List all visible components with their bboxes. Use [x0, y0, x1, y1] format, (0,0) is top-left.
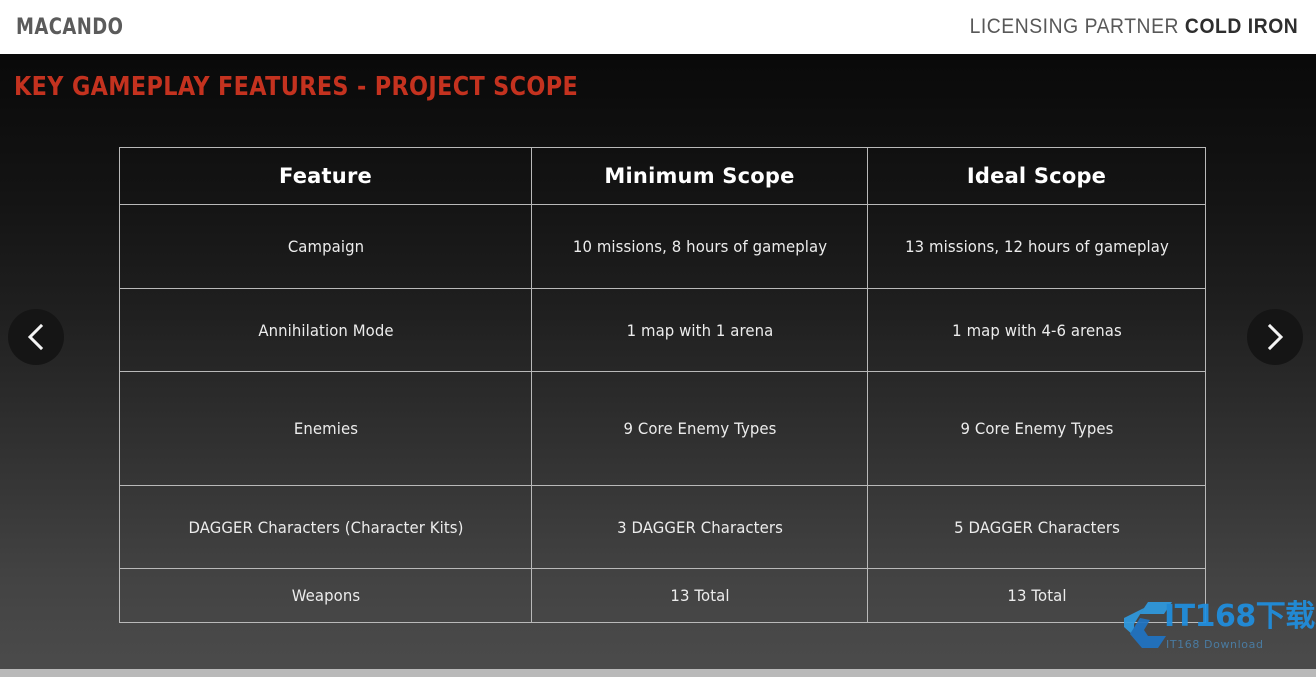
table-row: Enemies 9 Core Enemy Types 9 Core Enemy …	[120, 371, 1206, 486]
macando-logo: MACANDO	[16, 14, 124, 40]
cell-feature: DAGGER Characters (Character Kits)	[133, 485, 518, 569]
page-bottom-edge	[0, 669, 1316, 677]
chevron-left-icon	[23, 322, 49, 352]
licensing-partner-label: LICENSING PARTNER	[969, 15, 1179, 38]
cell-feature: Enemies	[133, 371, 518, 486]
cell-feature: Annihilation Mode	[133, 288, 518, 372]
table-row: Campaign 10 missions, 8 hours of gamepla…	[120, 204, 1206, 289]
cell-minimum: 3 DAGGER Characters	[542, 485, 857, 569]
scope-comparison-table: Feature Minimum Scope Ideal Scope Campai…	[119, 147, 1206, 623]
chevron-right-icon	[1262, 322, 1288, 352]
cell-ideal: 9 Core Enemy Types	[878, 371, 1195, 486]
licensing-partner-name: COLD IRON	[1184, 15, 1298, 38]
page-title: KEY GAMEPLAY FEATURES - PROJECT SCOPE	[14, 72, 579, 102]
next-slide-button[interactable]	[1247, 309, 1303, 365]
cell-ideal: 1 map with 4-6 arenas	[878, 288, 1195, 372]
table-header-row: Feature Minimum Scope Ideal Scope	[119, 147, 1206, 205]
cell-minimum: 13 Total	[542, 568, 857, 623]
column-header-minimum-scope: Minimum Scope	[531, 147, 868, 205]
cell-ideal: 13 missions, 12 hours of gameplay	[878, 204, 1195, 289]
slide-viewer: MACANDO LICENSING PARTNER COLD IRON KEY …	[0, 0, 1316, 677]
cell-ideal: 13 Total	[878, 568, 1195, 623]
table-header: Feature Minimum Scope Ideal Scope	[119, 147, 1206, 205]
table-row: Weapons 13 Total 13 Total	[120, 568, 1206, 623]
cell-feature: Weapons	[133, 568, 518, 623]
brand-header-bar: MACANDO LICENSING PARTNER COLD IRON	[0, 0, 1316, 54]
table-body: Campaign 10 missions, 8 hours of gamepla…	[120, 204, 1206, 623]
cell-minimum: 10 missions, 8 hours of gameplay	[542, 204, 857, 289]
cell-feature: Campaign	[133, 204, 518, 289]
table-row: DAGGER Characters (Character Kits) 3 DAG…	[120, 485, 1206, 569]
column-header-feature: Feature	[119, 147, 532, 205]
cell-minimum: 9 Core Enemy Types	[542, 371, 857, 486]
previous-slide-button[interactable]	[8, 309, 64, 365]
table-row: Annihilation Mode 1 map with 1 arena 1 m…	[120, 288, 1206, 372]
licensing-partner-block: LICENSING PARTNER COLD IRON	[969, 15, 1298, 39]
watermark-subtext: IT168 Download	[1166, 638, 1264, 651]
cell-minimum: 1 map with 1 arena	[542, 288, 857, 372]
column-header-ideal-scope: Ideal Scope	[867, 147, 1206, 205]
cell-ideal: 5 DAGGER Characters	[878, 485, 1195, 569]
